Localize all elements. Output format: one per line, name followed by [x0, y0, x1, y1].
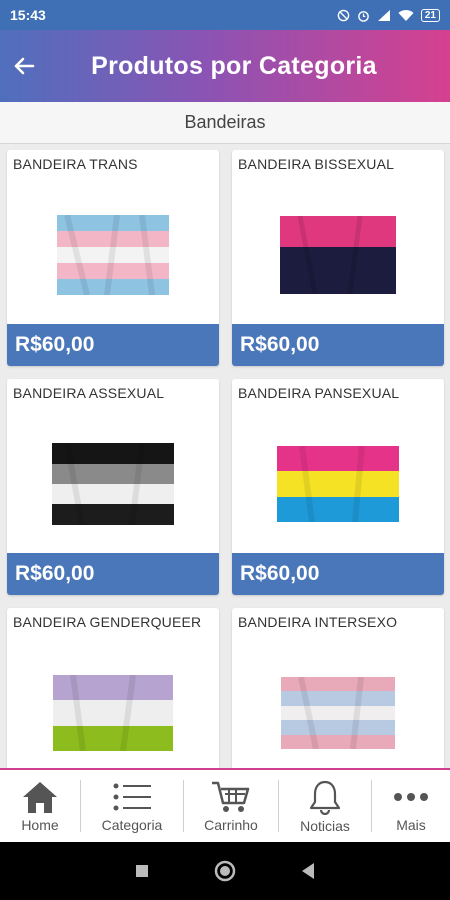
product-name: BANDEIRA INTERSEXO — [238, 614, 398, 630]
nav-carrinho-label: Carrinho — [204, 816, 258, 833]
product-name: BANDEIRA ASSEXUAL — [13, 385, 165, 401]
product-card[interactable]: BANDEIRA INTERSEXO — [232, 608, 444, 768]
arrow-left-icon — [14, 57, 35, 75]
recents-icon[interactable] — [134, 863, 150, 879]
pansexual-flag-image — [277, 446, 399, 522]
category-title: Bandeiras — [184, 112, 266, 132]
status-time: 15:43 — [10, 7, 46, 23]
app-bar: Produtos por Categoria — [0, 30, 450, 102]
bissexual-flag-image — [280, 216, 396, 294]
nav-noticias[interactable]: Noticias — [279, 770, 371, 842]
product-price: R$60,00 — [7, 553, 219, 595]
trans-flag-image — [57, 215, 169, 295]
bottom-navigation: Home Categoria Carrinho Noticias Mais — [0, 768, 450, 842]
nav-noticias-label: Noticias — [300, 817, 350, 834]
product-name: BANDEIRA GENDERQUEER — [13, 614, 202, 630]
product-card[interactable]: BANDEIRA PANSEXUAL R$60,00 — [232, 379, 444, 595]
assexual-flag-image — [52, 443, 174, 525]
product-card[interactable]: BANDEIRA BISSEXUAL R$60,00 — [232, 150, 444, 366]
nav-mais[interactable]: Mais — [372, 770, 450, 842]
home-icon — [23, 781, 57, 813]
nav-categoria[interactable]: Categoria — [81, 770, 183, 842]
product-grid: BANDEIRA TRANS R$60,00 BANDEIRA BISSEXUA… — [0, 150, 450, 768]
product-image — [7, 648, 219, 768]
genderqueer-flag-image — [53, 675, 173, 751]
product-card[interactable]: BANDEIRA ASSEXUAL R$60,00 — [7, 379, 219, 595]
category-header: Bandeiras — [0, 102, 450, 144]
nav-home-label: Home — [21, 816, 59, 833]
product-card[interactable]: BANDEIRA GENDERQUEER — [7, 608, 219, 768]
nav-home[interactable]: Home — [0, 770, 80, 842]
product-price: R$60,00 — [232, 553, 444, 595]
product-name: BANDEIRA PANSEXUAL — [238, 385, 400, 401]
product-card[interactable]: BANDEIRA TRANS R$60,00 — [7, 150, 219, 366]
nav-categoria-label: Categoria — [101, 816, 163, 833]
list-icon — [113, 783, 151, 810]
product-image — [232, 648, 444, 768]
product-image — [7, 419, 219, 549]
do-not-disturb-icon — [337, 9, 350, 21]
status-icons: 21 — [337, 8, 440, 22]
back-triangle-icon[interactable] — [300, 862, 316, 880]
system-navigation-bar — [0, 842, 450, 900]
more-icon — [394, 792, 428, 801]
product-image — [7, 190, 219, 320]
product-name: BANDEIRA TRANS — [13, 156, 138, 172]
wifi-icon — [398, 9, 414, 21]
intersexo-flag-image — [281, 677, 395, 749]
back-button[interactable] — [0, 30, 48, 102]
product-name: BANDEIRA BISSEXUAL — [238, 156, 395, 172]
product-price: R$60,00 — [232, 324, 444, 366]
home-circle-icon[interactable] — [214, 860, 236, 882]
cart-icon — [212, 781, 250, 812]
status-bar: 15:43 21 — [0, 0, 450, 30]
alarm-icon — [358, 10, 369, 22]
page-title: Produtos por Categoria — [91, 51, 377, 80]
product-price: R$60,00 — [7, 324, 219, 366]
product-image — [232, 419, 444, 549]
product-image — [232, 190, 444, 320]
nav-mais-label: Mais — [396, 816, 426, 833]
bell-icon — [309, 780, 341, 815]
nav-carrinho[interactable]: Carrinho — [184, 770, 278, 842]
signal-icon — [377, 9, 390, 21]
battery-icon: 21 — [420, 8, 440, 22]
